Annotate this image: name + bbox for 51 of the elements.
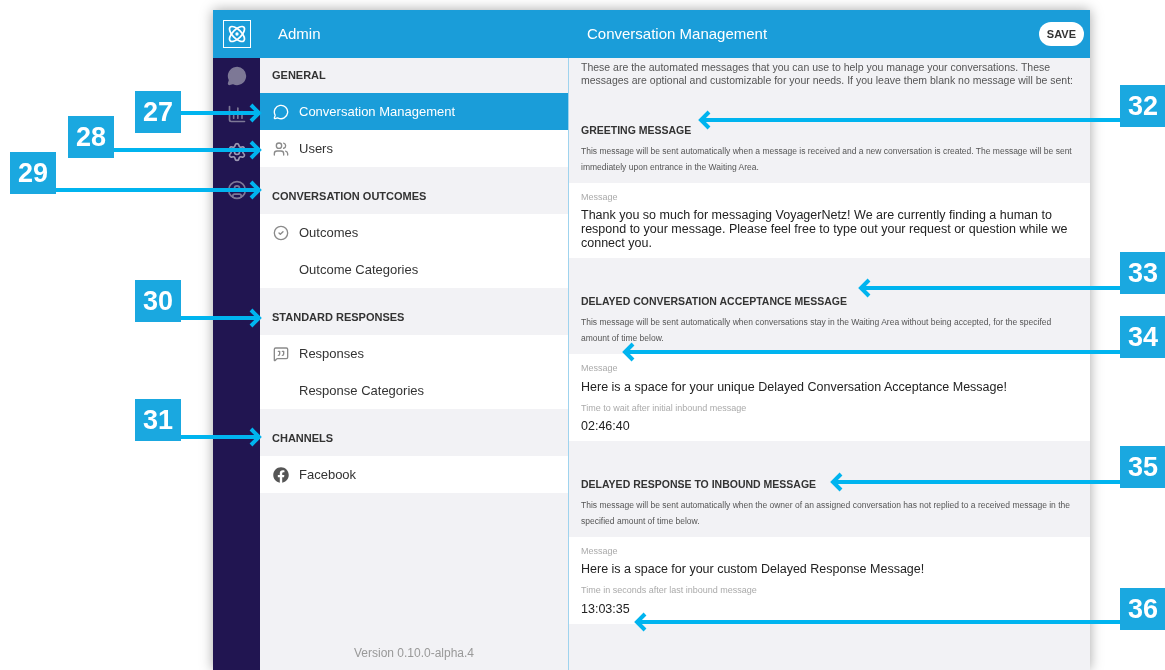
logo-icon: [222, 20, 251, 48]
field-label: Message: [581, 544, 619, 558]
callout-number: 30: [135, 280, 181, 322]
callout-number: 33: [1120, 252, 1165, 294]
input-field[interactable]: 13:03:35: [581, 601, 1078, 616]
input-field[interactable]: Here is a space for your unique Delayed Conversation Acceptance Message!: [581, 379, 1078, 394]
section-heading: DELAYED CONVERSATION ACCEPTANCE MESSAGE: [581, 294, 848, 310]
callout-number: 34: [1120, 316, 1165, 358]
sidebar-item[interactable]: Outcome Categories: [260, 251, 568, 288]
sidebar-item[interactable]: Response Categories: [260, 372, 568, 409]
callout-number: 35: [1120, 446, 1165, 488]
chat-icon[interactable]: [226, 66, 247, 86]
callout-number: 27: [135, 91, 181, 133]
section-heading: GREETING MESSAGE: [581, 123, 692, 138]
settings-icon[interactable]: [226, 142, 247, 162]
section-description: This message will be sent automatically when a message is received and a new conversation is created. The message will be sent immediately upon entrance in the Waiting Area.: [581, 144, 1073, 174]
save-button[interactable]: SAVE: [1038, 21, 1084, 47]
check-circle-icon: [273, 224, 289, 241]
section-description: This message will be sent automatically when the owner of an assigned conversation has not replied to a received message in the specified amount of time below.: [581, 498, 1072, 528]
page-title: Conversation Management: [587, 23, 769, 44]
input-field[interactable]: 02:46:40: [581, 419, 1078, 433]
field-label: Message: [581, 190, 619, 204]
field-label: Message: [581, 362, 619, 375]
chat-bubble-icon: [273, 103, 289, 120]
users-icon: [273, 140, 289, 157]
quote-bubble-icon: [273, 345, 289, 362]
field-label: Time in seconds after last inbound message: [581, 584, 758, 598]
section-header: STANDARD RESPONSES: [271, 310, 406, 326]
input-field[interactable]: Here is a space for your custom Delayed Response Message!: [581, 562, 1078, 577]
sidebar-item[interactable]: Responses: [260, 335, 568, 372]
callout-number: 36: [1120, 588, 1165, 630]
facebook-icon: [273, 466, 289, 483]
intro-text: These are the automated messages that you can use to help you manage your conversations. These messages are optional and customizable for your needs. If you leave them blank no message will be sent:: [580, 60, 1075, 87]
sidebar-item[interactable]: Outcomes: [260, 214, 568, 251]
section-header: CHANNELS: [271, 431, 335, 447]
section-heading: DELAYED RESPONSE TO INBOUND MESSAGE: [581, 477, 817, 492]
section-description: This message will be sent automatically when conversations stay in the Waiting Area without being accepted, for the specifed amount of time below.: [581, 316, 1053, 345]
chart-icon[interactable]: [226, 104, 247, 124]
callout-number: 28: [68, 116, 114, 158]
field-label: Time to wait after initial inbound message: [581, 401, 748, 415]
user-icon[interactable]: [226, 180, 247, 200]
sidebar-item[interactable]: Users: [260, 130, 568, 167]
callout-number: 29: [10, 152, 56, 194]
section-title: Admin: [278, 23, 322, 44]
section-header: CONVERSATION OUTCOMES: [271, 189, 428, 205]
callout-number: 32: [1120, 85, 1165, 127]
input-field[interactable]: Thank you so much for messaging VoyagerNetz! We are currently finding a human to respond to your message. Please feel free to type out your request or question while we connect you.: [581, 208, 1078, 251]
version-text: Version 0.10.0-alpha.4: [352, 645, 476, 662]
callout-number: 31: [135, 399, 181, 441]
sidebar-item[interactable]: Facebook: [260, 456, 568, 493]
section-header: GENERAL: [271, 68, 327, 84]
